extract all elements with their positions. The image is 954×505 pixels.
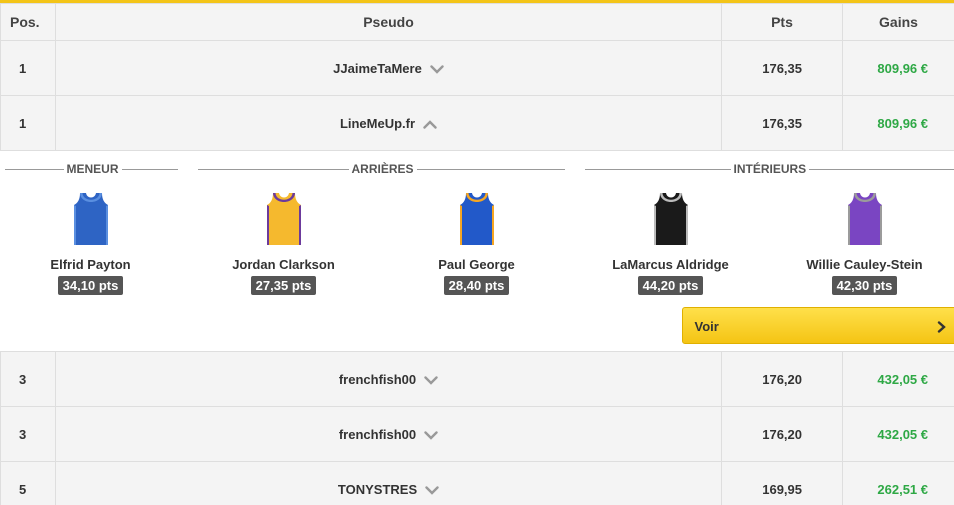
player-card[interactable]: Willie Cauley-Stein 42,30 pts <box>785 193 945 295</box>
group-arrieres: ARRIÈRES <box>197 162 565 176</box>
lineup-panel: MENEUR ARRIÈRES INTÉRIEURS Elfrid Payton… <box>1 151 954 351</box>
chevron-up-icon[interactable] <box>423 119 437 129</box>
row-pos: 3 <box>0 406 56 462</box>
jersey-icon <box>73 193 108 245</box>
voir-button[interactable]: Voir <box>681 307 954 344</box>
jersey-icon <box>653 193 688 245</box>
group-title-meneur: MENEUR <box>63 162 122 176</box>
jersey-icon <box>459 193 494 245</box>
row-gains: 432,05 € <box>842 406 954 462</box>
table-row[interactable]: 3 frenchfish00 176,20 432,05 € <box>0 351 954 407</box>
row-pts: 176,20 <box>721 406 843 462</box>
table-row[interactable]: 1 LineMeUp.fr 176,35 809,96 € <box>0 95 954 151</box>
chevron-down-icon[interactable] <box>424 430 438 440</box>
player-points-badge: 28,40 pts <box>443 276 510 295</box>
table-header: Pos. Pseudo Pts Gains <box>0 3 954 41</box>
row-pseudo-label: TONYSTRES <box>337 481 418 497</box>
player-points-badge: 42,30 pts <box>831 276 898 295</box>
player-points-badge: 27,35 pts <box>250 276 317 295</box>
row-pos: 1 <box>0 95 56 151</box>
row-pseudo[interactable]: JJaimeTaMere <box>55 40 722 96</box>
row-pts: 176,35 <box>721 95 843 151</box>
player-points-badge: 44,20 pts <box>637 276 704 295</box>
player-card[interactable]: Elfrid Payton 34,10 pts <box>11 193 171 295</box>
player-name: LaMarcus Aldridge <box>612 257 729 272</box>
header-gains[interactable]: Gains <box>842 3 954 41</box>
row-pseudo-label: frenchfish00 <box>338 426 417 442</box>
table-row[interactable]: 5 TONYSTRES 169,95 262,51 € <box>0 461 954 505</box>
jersey-icon <box>266 193 301 245</box>
row-pos: 5 <box>0 461 56 505</box>
row-gains: 809,96 € <box>842 95 954 151</box>
row-pts: 176,35 <box>721 40 843 96</box>
chevron-down-icon[interactable] <box>425 485 439 495</box>
chevron-right-icon <box>937 321 946 336</box>
voir-button-label: Voir <box>694 319 719 334</box>
lineup-detail-row: MENEUR ARRIÈRES INTÉRIEURS Elfrid Payton… <box>0 150 954 352</box>
player-name: Jordan Clarkson <box>232 257 335 272</box>
player-name: Elfrid Payton <box>50 257 131 272</box>
chevron-down-icon[interactable] <box>430 64 444 74</box>
header-pts[interactable]: Pts <box>721 3 843 41</box>
group-title-arrieres: ARRIÈRES <box>348 162 417 176</box>
header-pseudo[interactable]: Pseudo <box>55 3 722 41</box>
group-title-interieurs: INTÉRIEURS <box>730 162 810 176</box>
row-pseudo[interactable]: LineMeUp.fr <box>55 95 722 151</box>
row-gains: 262,51 € <box>842 461 954 505</box>
row-pseudo-label: JJaimeTaMere <box>333 60 422 76</box>
row-pseudo-label: frenchfish00 <box>338 371 417 387</box>
group-meneur: MENEUR <box>4 162 178 176</box>
table-row[interactable]: 3 frenchfish00 176,20 432,05 € <box>0 406 954 462</box>
row-pseudo[interactable]: TONYSTRES <box>55 461 722 505</box>
player-points-badge: 34,10 pts <box>57 276 124 295</box>
row-pts: 176,20 <box>721 351 843 407</box>
row-pseudo-label: LineMeUp.fr <box>339 115 416 131</box>
row-pseudo[interactable]: frenchfish00 <box>55 406 722 462</box>
header-pos[interactable]: Pos. <box>0 3 56 41</box>
player-card[interactable]: LaMarcus Aldridge 44,20 pts <box>591 193 751 295</box>
group-interieurs: INTÉRIEURS <box>584 162 954 176</box>
table-row[interactable]: 1 JJaimeTaMere 176,35 809,96 € <box>0 40 954 96</box>
ranking-table: Pos. Pseudo Pts Gains 1 JJaimeTaMere 176… <box>0 3 954 505</box>
row-gains: 432,05 € <box>842 351 954 407</box>
jersey-icon <box>847 193 882 245</box>
player-name: Willie Cauley-Stein <box>806 257 923 272</box>
player-name: Paul George <box>438 257 515 272</box>
chevron-down-icon[interactable] <box>424 375 438 385</box>
row-pos: 1 <box>0 40 56 96</box>
row-gains: 809,96 € <box>842 40 954 96</box>
player-card[interactable]: Jordan Clarkson 27,35 pts <box>204 193 364 295</box>
row-pts: 169,95 <box>721 461 843 505</box>
row-pos: 3 <box>0 351 56 407</box>
player-card[interactable]: Paul George 28,40 pts <box>397 193 557 295</box>
row-pseudo[interactable]: frenchfish00 <box>55 351 722 407</box>
